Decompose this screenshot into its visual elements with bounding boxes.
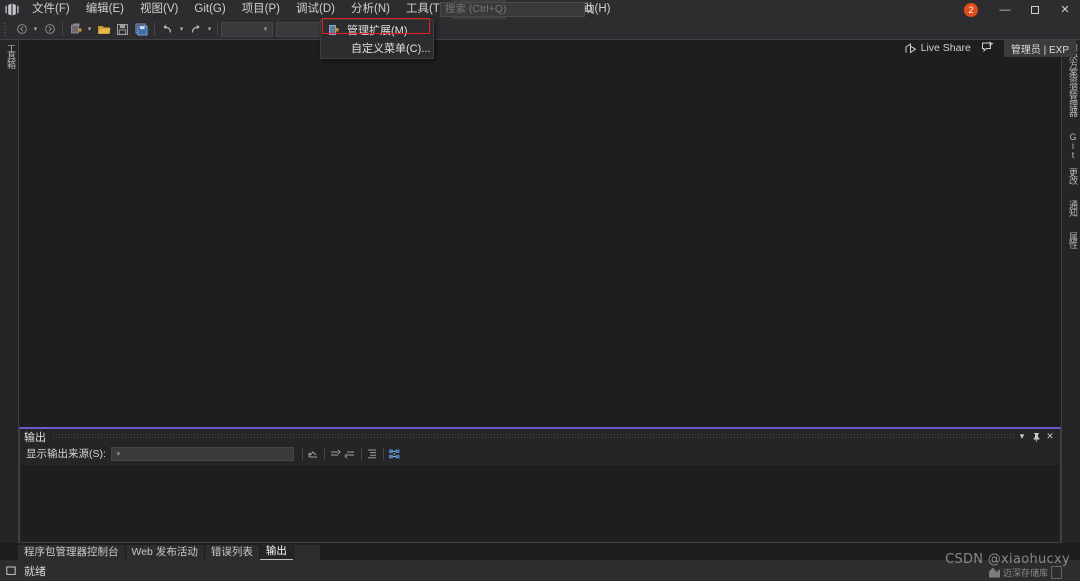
dock-tab-toolbox[interactable]: 工具箱 (0, 40, 18, 72)
watermark-sub: 迈深存储库 (988, 566, 1062, 579)
navigate-backward-dropdown-icon[interactable]: ▾ (31, 20, 40, 38)
standard-toolbar: ▾ ▾ ▾ ▾ ▾ Live Share 管理员 | EXP (0, 19, 1080, 57)
left-dock-strip: 工具箱 (0, 40, 19, 543)
visual-studio-logo-icon (0, 0, 24, 19)
menu-analyze[interactable]: 分析(N) (343, 0, 398, 19)
chevron-down-icon[interactable]: ▾ (259, 25, 272, 33)
output-next-message-button[interactable] (343, 446, 358, 461)
output-toolbar-separator-3 (360, 447, 362, 460)
minimize-button[interactable]: — (990, 0, 1020, 19)
menu-item-manage-extensions-label: 管理扩展(M) (347, 25, 408, 37)
live-share-label: Live Share (920, 42, 971, 54)
output-clear-all-button[interactable] (365, 446, 380, 461)
navigate-forward-icon[interactable] (40, 20, 59, 38)
undo-dropdown-icon[interactable]: ▾ (177, 20, 186, 38)
redo-dropdown-icon[interactable]: ▾ (205, 20, 214, 38)
title-bar: 文件(F) 编辑(E) 视图(V) Git(G) 项目(P) 调试(D) 分析(… (0, 0, 1080, 19)
output-toolbar-separator-4 (382, 447, 384, 460)
output-previous-message-button[interactable] (328, 446, 343, 461)
title-bar-right-controls: 2 — ✕ (964, 0, 1080, 19)
undo-icon[interactable] (158, 20, 177, 38)
live-share-icon (905, 42, 917, 53)
watermark-badge-icon (1051, 566, 1062, 579)
menu-item-customize-menu-label: 自定义菜单(C)... (351, 43, 431, 55)
right-dock-strip: 解决方案资源管理器 Git 更改 通知 属性 (1061, 40, 1080, 543)
workspace-row: 工具箱 输出 ▾ ✕ 显示输出来源(S): ▾ 解决方案资源管理器 Git 更改… (0, 40, 1080, 543)
menu-project[interactable]: 项目(P) (234, 0, 288, 19)
status-bar: 就绪 (0, 560, 1080, 581)
editor-area[interactable] (19, 40, 1061, 427)
output-source-label: 显示输出来源(S): (26, 448, 106, 460)
toolbar-grip[interactable] (3, 22, 10, 36)
panel-close-button[interactable]: ✕ (1043, 430, 1057, 444)
manage-extensions-icon (325, 22, 343, 38)
output-goto-message-button[interactable] (306, 446, 321, 461)
toolbar-separator (62, 22, 63, 36)
new-project-icon[interactable] (66, 20, 85, 38)
output-panel-header-buttons: ▾ ✕ (1015, 430, 1060, 444)
tab-web-publish-activity[interactable]: Web 发布活动 (125, 545, 204, 560)
tab-error-list[interactable]: 错误列表 (204, 545, 259, 560)
maximize-button[interactable] (1020, 0, 1050, 19)
open-folder-icon[interactable] (94, 20, 113, 38)
notification-badge[interactable]: 2 (964, 2, 978, 17)
menu-git[interactable]: Git(G) (186, 0, 233, 19)
search-input[interactable] (441, 3, 584, 16)
output-toggle-wordwrap-button[interactable] (387, 446, 402, 461)
send-feedback-icon[interactable] (981, 41, 994, 56)
extensions-dropdown-menu: 管理扩展(M) 自定义菜单(C)... (320, 19, 434, 59)
status-text: 就绪 (24, 565, 46, 578)
output-panel-content[interactable] (21, 465, 1059, 541)
dock-tab-properties[interactable]: 属性 (1062, 228, 1080, 252)
chevron-down-icon[interactable]: ▾ (112, 450, 125, 458)
live-share-button[interactable]: Live Share (905, 42, 971, 54)
title-bar-secondary-controls: Live Share 管理员 | EXP (905, 39, 1076, 57)
save-icon[interactable] (113, 20, 132, 38)
panel-dropdown-button[interactable]: ▾ (1015, 430, 1029, 444)
save-all-icon[interactable] (132, 20, 151, 38)
watermark-text: CSDN @xiaohucxy (945, 552, 1070, 567)
panel-drag-handle[interactable] (52, 433, 1015, 440)
dock-tab-notifications[interactable]: 通知 (1062, 196, 1080, 220)
menu-item-manage-extensions[interactable]: 管理扩展(M) (321, 21, 433, 39)
output-source-combo[interactable]: ▾ (110, 446, 294, 461)
output-panel-header: 输出 ▾ ✕ (20, 429, 1060, 444)
center-column: 输出 ▾ ✕ 显示输出来源(S): ▾ (19, 40, 1061, 543)
navigate-backward-icon[interactable] (12, 20, 31, 38)
output-toolbar-separator-2 (323, 447, 325, 460)
menu-edit[interactable]: 编辑(E) (78, 0, 132, 19)
toolbar-separator-3 (217, 22, 218, 36)
ready-icon (6, 566, 18, 576)
dock-tab-git-changes[interactable]: Git 更改 (1062, 128, 1080, 188)
redo-icon[interactable] (186, 20, 205, 38)
menu-item-customize-menu[interactable]: 自定义菜单(C)... (321, 39, 433, 57)
solution-configuration-combo[interactable]: ▾ (221, 21, 273, 37)
csdn-logo-icon (988, 567, 1000, 578)
watermark-sub-text: 迈深存储库 (1002, 568, 1048, 578)
output-panel-title: 输出 (24, 431, 46, 444)
toolbar-separator-2 (154, 22, 155, 36)
search-box[interactable] (440, 2, 595, 17)
new-project-dropdown-icon[interactable]: ▾ (85, 20, 94, 38)
tab-package-manager-console[interactable]: 程序包管理器控制台 (18, 545, 125, 560)
output-panel: 输出 ▾ ✕ 显示输出来源(S): ▾ (19, 427, 1061, 543)
tab-output[interactable]: 输出 (259, 544, 293, 560)
menu-file[interactable]: 文件(F) (24, 0, 78, 19)
menu-debug[interactable]: 调试(D) (288, 0, 343, 19)
output-panel-toolbar: 显示输出来源(S): ▾ (20, 444, 1060, 463)
panel-pin-button[interactable] (1029, 430, 1043, 444)
output-toolbar-separator (301, 447, 303, 460)
close-button[interactable]: ✕ (1050, 0, 1080, 19)
account-button[interactable]: 管理员 | EXP (1003, 39, 1076, 57)
tab-strip-filler (293, 545, 320, 560)
bottom-tab-strip: 程序包管理器控制台 Web 发布活动 错误列表 输出 (0, 543, 1080, 560)
search-icon[interactable] (584, 4, 595, 15)
menu-view[interactable]: 视图(V) (132, 0, 186, 19)
visual-studio-window: 文件(F) 编辑(E) 视图(V) Git(G) 项目(P) 调试(D) 分析(… (0, 0, 1080, 581)
